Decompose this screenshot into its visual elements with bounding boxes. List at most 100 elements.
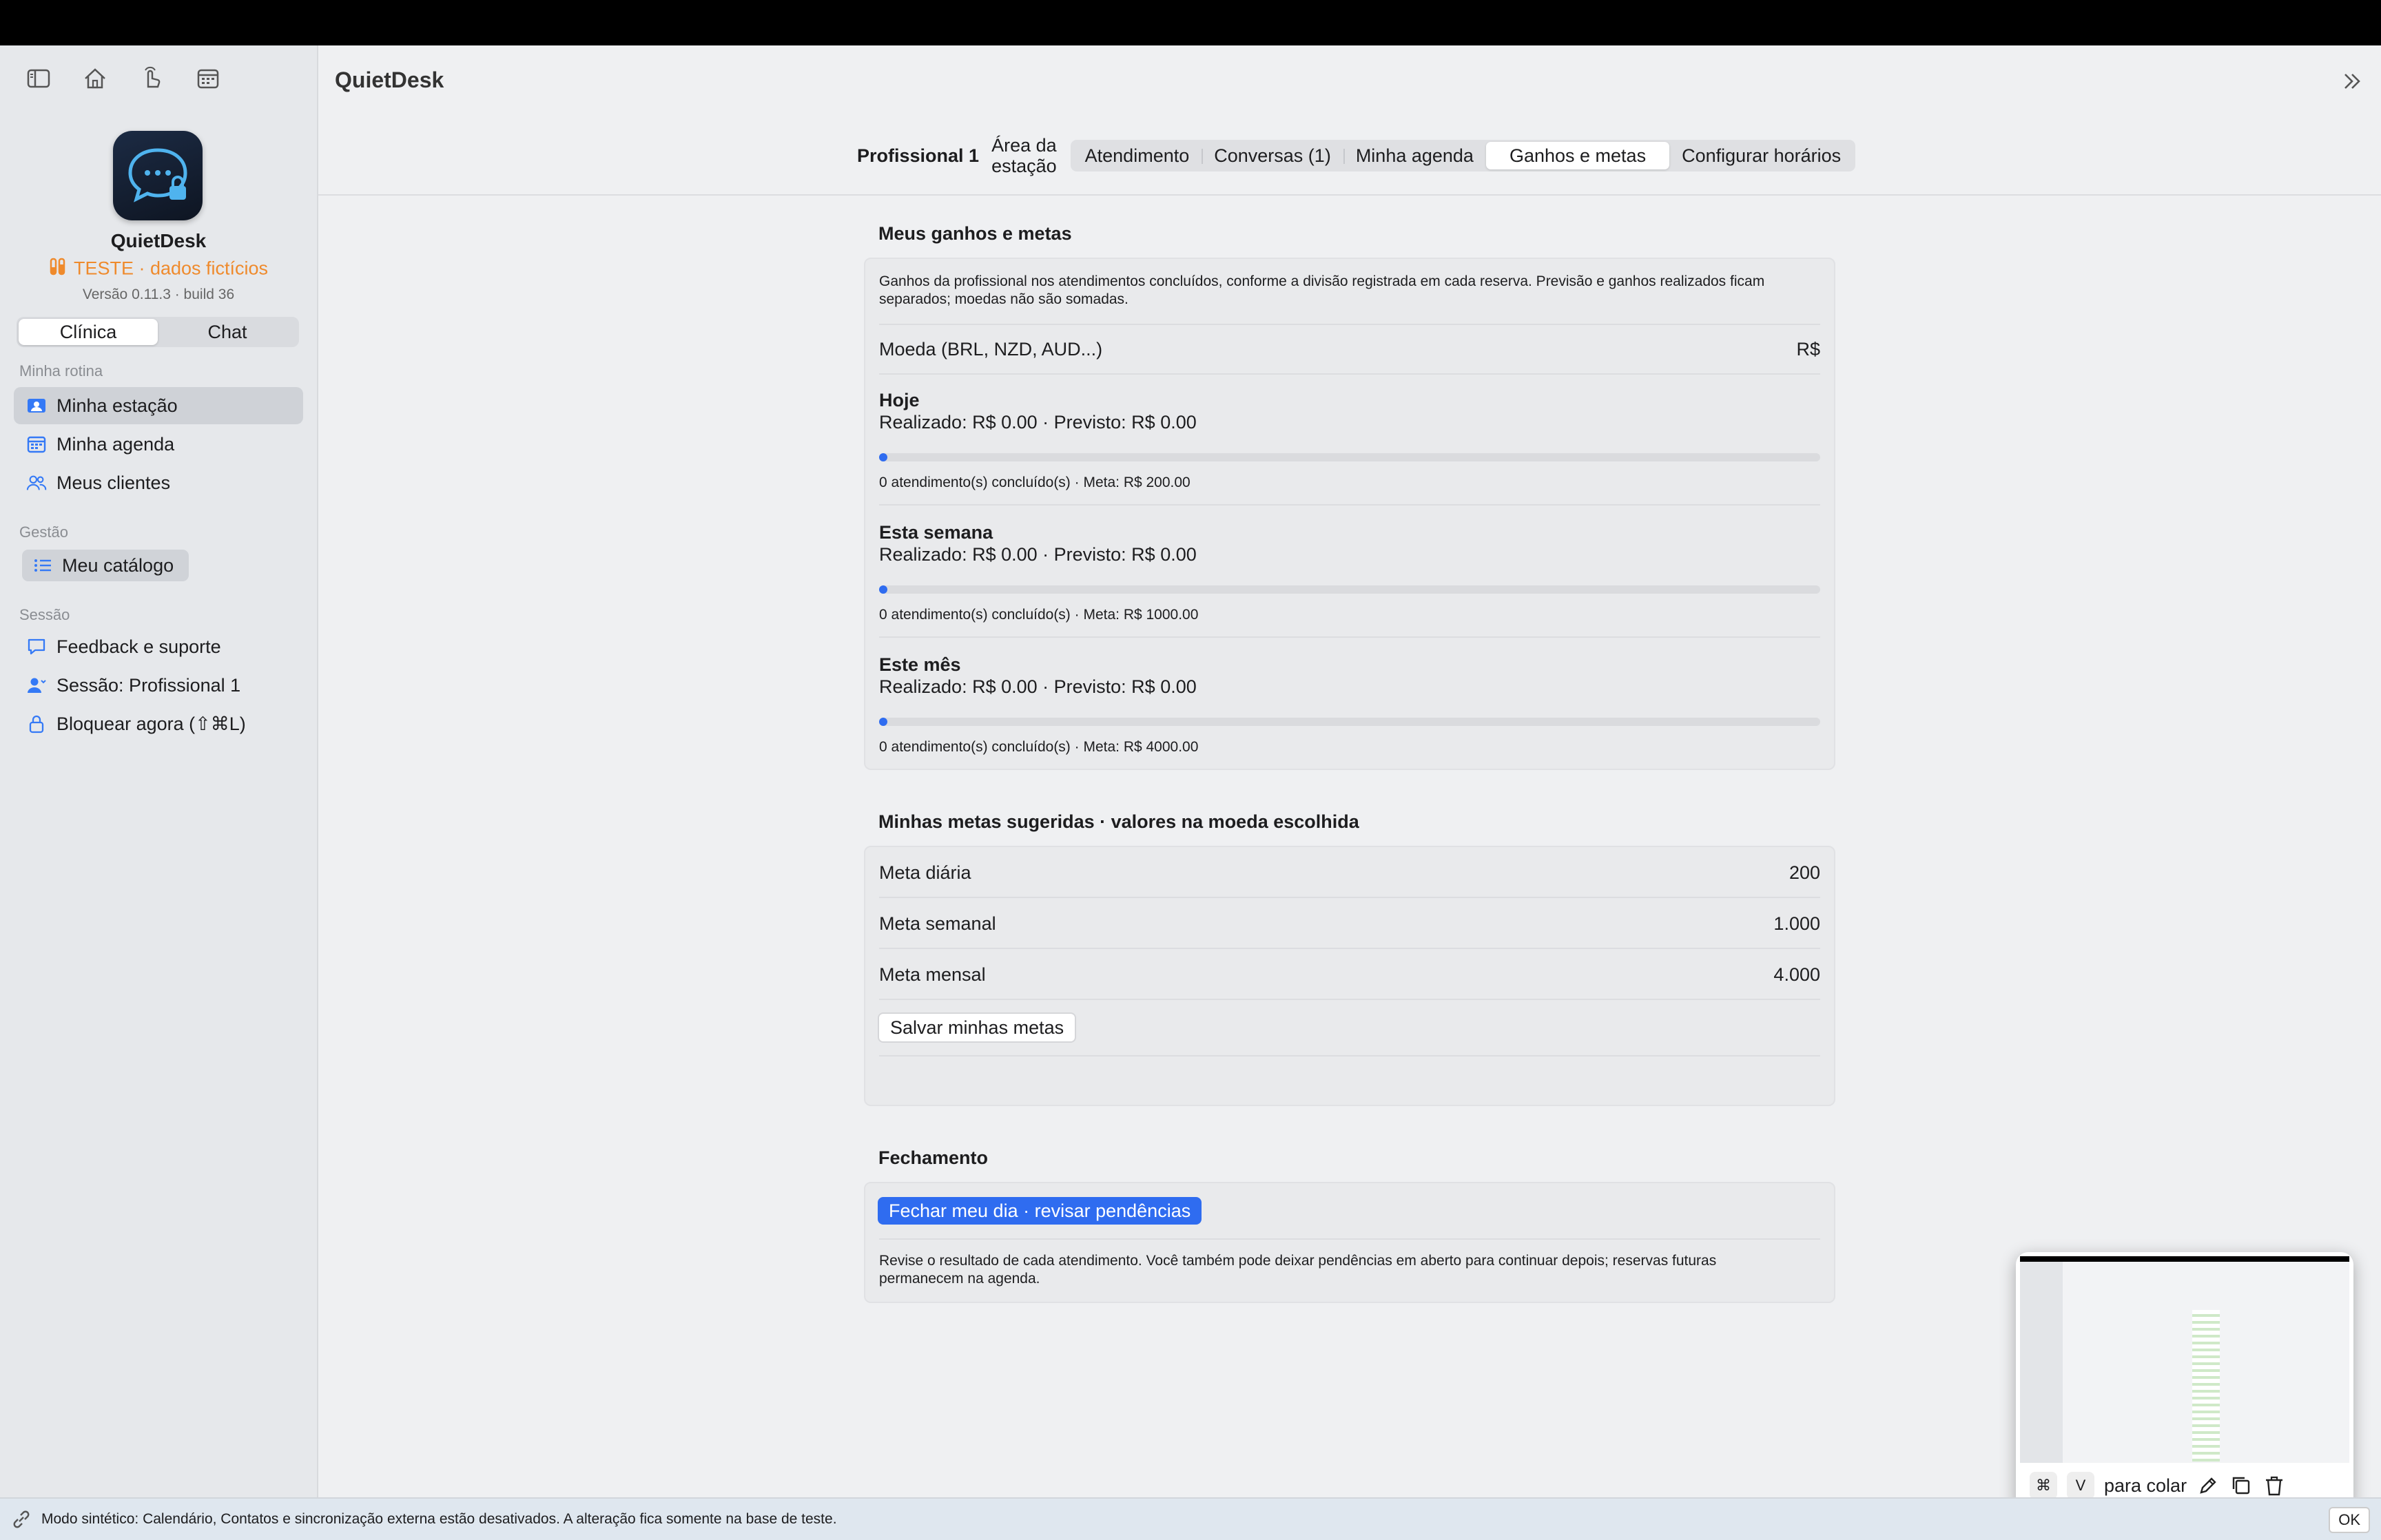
- sidebar-item-minha-agenda[interactable]: Minha agenda: [14, 426, 303, 463]
- station-tab-bar: Profissional 1 Área da estação Atendimen…: [857, 135, 1856, 176]
- paste-hint-label: para colar: [2104, 1475, 2187, 1496]
- section-label-gestao: Gestão: [19, 523, 68, 541]
- sidebar-toggle-icon[interactable]: [26, 66, 51, 91]
- divider: [879, 948, 1820, 949]
- period-footer-semana: 0 atendimento(s) concluído(s) · Meta: R$…: [879, 607, 1199, 623]
- divider: [879, 324, 1820, 325]
- period-title-semana: Esta semana: [879, 522, 993, 543]
- people-icon: [26, 472, 47, 493]
- screenshot-thumbnail[interactable]: [2020, 1256, 2349, 1463]
- test-mode-badge: TESTE · dados fictícios: [0, 258, 317, 282]
- header-divider: [318, 194, 2381, 196]
- sidebar-item-label: Meus clientes: [56, 472, 171, 493]
- segment-clinica[interactable]: Clínica: [19, 319, 158, 345]
- earnings-section-title: Meus ganhos e metas: [878, 223, 1072, 244]
- station-tabs: Atendimento Conversas (1) Minha agenda G…: [1070, 140, 1856, 171]
- progress-fill-mes: [879, 718, 887, 726]
- currency-value[interactable]: R$: [1796, 339, 1820, 360]
- earnings-panel: Ganhos da profissional nos atendimentos …: [864, 258, 1835, 770]
- sidebar-item-sessao[interactable]: Sessão: Profissional 1: [14, 667, 303, 704]
- sidebar-item-meu-catalogo[interactable]: Meu catálogo: [22, 550, 189, 581]
- currency-label: Moeda (BRL, NZD, AUD...): [879, 339, 1103, 360]
- home-icon[interactable]: [83, 66, 107, 91]
- closing-note: Revise o resultado de cada atendimento. …: [879, 1252, 1716, 1288]
- period-summary-mes: Realizado: R$ 0.00 · Previsto: R$ 0.00: [879, 676, 1197, 697]
- closing-note-line1: Revise o resultado de cada atendimento. …: [879, 1253, 1717, 1269]
- progress-fill-hoje: [879, 453, 887, 461]
- status-bar: Modo sintético: Calendário, Contatos e s…: [0, 1497, 2381, 1540]
- tab-ganhos-e-metas[interactable]: Ganhos e metas: [1485, 142, 1670, 169]
- segment-chat[interactable]: Chat: [158, 319, 297, 345]
- divider: [879, 1238, 1820, 1240]
- divider: [879, 999, 1820, 1000]
- closing-panel: Fechar meu dia · revisar pendências Revi…: [864, 1182, 1835, 1303]
- test-mode-label: TESTE · dados fictícios: [73, 258, 269, 279]
- sidebar-item-label: Bloquear agora (⇧⌘L): [56, 713, 246, 734]
- person-icon: [26, 675, 47, 696]
- progress-fill-semana: [879, 585, 887, 594]
- period-summary-semana: Realizado: R$ 0.00 · Previsto: R$ 0.00: [879, 544, 1197, 565]
- close-day-button[interactable]: Fechar meu dia · revisar pendências: [878, 1197, 1202, 1225]
- section-label-sessao: Sessão: [19, 606, 70, 623]
- sidebar-item-label: Minha estação: [56, 395, 178, 416]
- closing-note-line2: permanecem na agenda.: [879, 1271, 1040, 1287]
- chevron-double-right-icon[interactable]: [2340, 69, 2364, 94]
- list-icon: [33, 555, 54, 576]
- trash-icon[interactable]: [2263, 1474, 2286, 1497]
- sidebar: QuietDesk TESTE · dados fictícios Versão…: [0, 45, 318, 1497]
- tab-conversas[interactable]: Conversas (1): [1202, 142, 1343, 169]
- thumbnail-sidebar: [2020, 1262, 2063, 1463]
- app-logo-icon: [113, 131, 203, 220]
- sidebar-item-feedback[interactable]: Feedback e suporte: [14, 628, 303, 665]
- goal-input-mensal[interactable]: 4.000: [1773, 964, 1820, 986]
- markup-pen-icon[interactable]: [2196, 1474, 2220, 1497]
- speech-bubble-icon: [26, 636, 47, 657]
- period-title-hoje: Hoje: [879, 390, 920, 410]
- sidebar-item-label: Meu catálogo: [62, 554, 174, 576]
- goal-input-diaria[interactable]: 200: [1789, 862, 1820, 884]
- goal-label-semanal: Meta semanal: [879, 913, 996, 934]
- divider: [879, 897, 1820, 898]
- link-icon: [11, 1509, 32, 1530]
- divider: [879, 504, 1820, 506]
- area-label-line2: estação: [991, 156, 1057, 176]
- screenshot-preview-popup[interactable]: ⌘ V para colar: [2016, 1252, 2353, 1511]
- command-key: ⌘: [2030, 1472, 2057, 1499]
- app-version: Versão 0.11.3 · build 36: [82, 287, 235, 302]
- tab-atendimento[interactable]: Atendimento: [1073, 142, 1202, 169]
- copy-icon[interactable]: [2229, 1474, 2253, 1497]
- section-label-rotina: Minha rotina: [19, 362, 103, 379]
- progress-bar-hoje: [879, 453, 1820, 461]
- lock-icon: [26, 714, 47, 734]
- top-black-bar: [0, 0, 2381, 45]
- tab-minha-agenda[interactable]: Minha agenda: [1343, 142, 1486, 169]
- sidebar-item-minha-estacao[interactable]: Minha estação: [14, 387, 303, 424]
- divider: [879, 1055, 1820, 1057]
- tab-configurar-horarios[interactable]: Configurar horários: [1669, 142, 1853, 169]
- earnings-description: Ganhos da profissional nos atendimentos …: [879, 273, 1764, 309]
- calendar-toolbar-icon[interactable]: [196, 66, 220, 91]
- hand-tap-icon[interactable]: [139, 66, 164, 91]
- status-ok-button[interactable]: OK: [2329, 1507, 2370, 1533]
- period-summary-hoje: Realizado: R$ 0.00 · Previsto: R$ 0.00: [879, 412, 1197, 433]
- period-title-mes: Este mês: [879, 654, 961, 675]
- sidebar-item-meus-clientes[interactable]: Meus clientes: [14, 464, 303, 501]
- progress-bar-mes: [879, 718, 1820, 726]
- save-goals-button[interactable]: Salvar minhas metas: [878, 1012, 1077, 1043]
- period-footer-mes: 0 atendimento(s) concluído(s) · Meta: R$…: [879, 739, 1199, 755]
- thumbnail-content: [2192, 1310, 2220, 1461]
- area-label: Área da estação: [991, 135, 1057, 176]
- app-name: QuietDesk: [110, 230, 207, 251]
- sidebar-item-bloquear[interactable]: Bloquear agora (⇧⌘L): [14, 705, 303, 742]
- status-message: Modo sintético: Calendário, Contatos e s…: [41, 1511, 837, 1527]
- area-label-line1: Área da: [991, 135, 1057, 156]
- goal-input-semanal[interactable]: 1.000: [1773, 913, 1820, 935]
- calendar-icon: [26, 434, 47, 455]
- period-footer-hoje: 0 atendimento(s) concluído(s) · Meta: R$…: [879, 475, 1190, 490]
- divider: [879, 636, 1820, 638]
- sidebar-item-label: Feedback e suporte: [56, 636, 221, 657]
- profile-label: Profissional 1: [857, 145, 980, 166]
- window-title: QuietDesk: [335, 67, 444, 92]
- sidebar-item-label: Minha agenda: [56, 433, 175, 455]
- closing-section-title: Fechamento: [878, 1147, 989, 1168]
